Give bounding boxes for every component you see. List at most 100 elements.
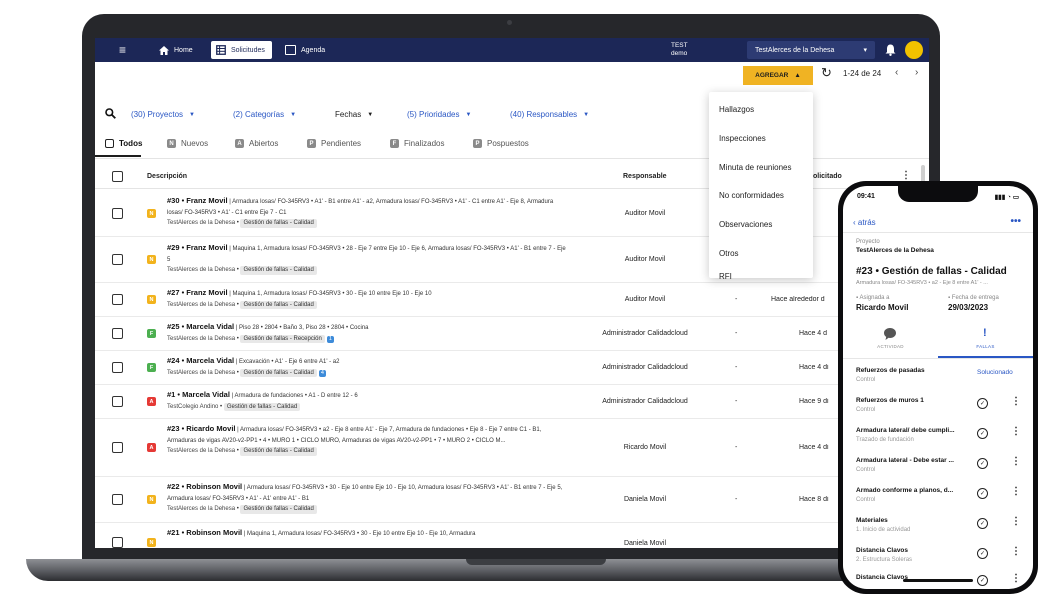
test-label: TEST <box>671 42 688 49</box>
severity-badge: N <box>147 209 156 218</box>
tab-pendientes[interactable]: P Pendientes <box>307 139 361 148</box>
prev-page-icon[interactable]: ‹ <box>895 67 898 78</box>
back-button[interactable]: ‹ atrás <box>853 218 876 227</box>
menu-item-inspecciones[interactable]: Inspecciones <box>719 134 766 143</box>
row-responsable: Administrador Calidadcloud <box>602 330 688 337</box>
company-selector[interactable]: TestAlerces de la Dehesa ▾ <box>747 41 875 59</box>
more-options-icon[interactable]: ••• <box>1010 216 1021 227</box>
row-checkbox[interactable] <box>112 442 123 453</box>
list-item[interactable]: Materiales 1. Inicio de actividad ✓ ⋮ <box>843 509 1033 539</box>
menu-item-minuta[interactable]: Minuta de reuniones <box>719 163 792 172</box>
next-page-icon[interactable]: › <box>915 67 918 78</box>
row-due: - <box>735 364 738 371</box>
item-options-icon[interactable]: ⋮ <box>1011 396 1021 407</box>
item-options-icon[interactable]: ⋮ <box>1011 546 1021 557</box>
category-chip: Gestión de fallas - Calidad <box>240 266 317 275</box>
laptop-lid: ≡ Home Solicitudes Agenda TEST demo Test… <box>82 14 940 559</box>
row-checkbox[interactable] <box>112 362 123 373</box>
hamburger-menu-icon[interactable]: ≡ <box>119 38 126 62</box>
list-item[interactable]: Armado conforme a planos, d... Control ✓… <box>843 479 1033 509</box>
tab-fallas[interactable]: FALLAS <box>938 344 1033 349</box>
item-options-icon[interactable]: ⋮ <box>1011 426 1021 437</box>
row-responsable: Auditor Movil <box>624 296 666 303</box>
filter-proyectos[interactable]: (30) Proyectos ▼ <box>131 110 195 119</box>
tab-actividad[interactable]: ACTIVIDAD <box>843 344 938 349</box>
row-checkbox[interactable] <box>112 208 123 219</box>
item-options-icon[interactable]: ⋮ <box>1011 456 1021 467</box>
search-icon[interactable] <box>105 108 116 119</box>
row-checkbox[interactable] <box>112 294 123 305</box>
header-responsable: Responsable <box>623 173 667 180</box>
table-row[interactable]: A #23 • Ricardo Movil | Armadura losas/ … <box>95 419 929 477</box>
nav-agenda[interactable]: Agenda <box>285 38 325 62</box>
tab-finalizados[interactable]: F Finalizados <box>390 139 444 148</box>
bell-icon[interactable] <box>885 38 896 62</box>
menu-item-observaciones[interactable]: Observaciones <box>719 220 772 229</box>
menu-item-hallazgos[interactable]: Hallazgos <box>719 105 754 114</box>
tab-nuevos[interactable]: N Nuevos <box>167 139 208 148</box>
list-item[interactable]: Refuerzos de pasadas Control Solucionado <box>843 359 1033 389</box>
nav-solicitudes[interactable]: Solicitudes <box>211 41 272 59</box>
nav-home[interactable]: Home <box>159 38 193 62</box>
pager-text: 1-24 de 24 <box>843 69 882 78</box>
menu-item-rfi[interactable]: RFI <box>719 272 732 281</box>
check-circle-icon[interactable]: ✓ <box>977 458 988 469</box>
tab-pospuestos[interactable]: P Pospuestos <box>473 139 529 148</box>
item-title: Refuerzos de pasadas <box>856 367 925 374</box>
list-item[interactable]: Armadura lateral - Debe estar ... Contro… <box>843 449 1033 479</box>
list-item[interactable]: Distancia Clavos 2. Estructura Soleras ✓… <box>843 539 1033 569</box>
table-row[interactable]: N #21 • Robinson Movil | Maquina 1, Arma… <box>95 523 929 548</box>
category-chip: Gestión de fallas - Calidad <box>240 447 317 456</box>
menu-item-otros[interactable]: Otros <box>719 249 739 258</box>
item-options-icon[interactable]: ⋮ <box>1011 516 1021 527</box>
table-row[interactable]: N #27 • Franz Movil | Maquina 1, Armadur… <box>95 283 929 317</box>
check-circle-icon[interactable]: ✓ <box>977 575 988 586</box>
table-row[interactable]: A #1 • Marcela Vidal | Armadura de funda… <box>95 385 929 419</box>
menu-item-no-conformidades[interactable]: No conformidades <box>719 191 784 200</box>
row-title: #24 • Marcela Vidal <box>167 356 235 365</box>
check-circle-icon[interactable]: ✓ <box>977 428 988 439</box>
filter-fechas[interactable]: Fechas ▼ <box>335 110 373 119</box>
row-checkbox[interactable] <box>112 494 123 505</box>
filter-prioridades[interactable]: (5) Prioridades ▼ <box>407 110 471 119</box>
list-item[interactable]: Refuerzos de muros 1 Control ✓ ⋮ <box>843 389 1033 419</box>
filter-categorias[interactable]: (2) Categorías ▼ <box>233 110 296 119</box>
header-solicitado: olicitado <box>813 173 842 180</box>
table-row[interactable]: F #24 • Marcela Vidal | Excavación • A1'… <box>95 351 929 385</box>
row-title: #23 • Ricardo Movil <box>167 424 236 433</box>
nav-agenda-label: Agenda <box>301 46 326 54</box>
check-circle-icon[interactable]: ✓ <box>977 518 988 529</box>
item-options-icon[interactable]: ⋮ <box>1011 486 1021 497</box>
tab-todos[interactable]: Todos <box>105 139 142 148</box>
row-checkbox[interactable] <box>112 254 123 265</box>
tab-finalizados-label: Finalizados <box>404 139 445 148</box>
row-checkbox[interactable] <box>112 396 123 407</box>
divider <box>843 232 1033 233</box>
caret-down-icon: ▼ <box>290 111 297 118</box>
filter-responsables-label: (40) Responsables <box>510 110 578 119</box>
phone-time: 09:41 <box>857 193 875 200</box>
item-subtitle: Trazado de fundación <box>856 437 914 443</box>
agregar-button[interactable]: AGREGAR ▲ <box>743 66 813 85</box>
severity-badge: N <box>147 255 156 264</box>
user-avatar[interactable] <box>905 41 923 59</box>
check-circle-icon[interactable]: ✓ <box>977 548 988 559</box>
check-circle-icon[interactable]: ✓ <box>977 488 988 499</box>
chevron-down-icon: ▾ <box>863 47 867 54</box>
list-item[interactable]: Armadura lateral/ debe cumpli... Trazado… <box>843 419 1033 449</box>
filter-responsables[interactable]: (40) Responsables ▼ <box>510 110 589 119</box>
refresh-icon[interactable]: ↻ <box>821 65 832 81</box>
item-options-icon[interactable]: ⋮ <box>1011 573 1021 584</box>
check-circle-icon[interactable]: ✓ <box>977 398 988 409</box>
row-checkbox[interactable] <box>112 328 123 339</box>
table-row[interactable]: N #22 • Robinson Movil | Armadura losas/… <box>95 477 929 523</box>
table-row[interactable]: F #25 • Marcela Vidal | Piso 28 • 2804 •… <box>95 317 929 351</box>
item-subtitle: Control <box>856 377 876 383</box>
select-all-checkbox[interactable] <box>112 171 123 182</box>
column-options-icon[interactable]: ⋮ <box>901 171 911 181</box>
task-title: #23 • Gestión de fallas - Calidad <box>856 266 1007 277</box>
caret-down-icon: ▼ <box>189 111 195 118</box>
category-chip: Gestión de fallas - Calidad <box>240 300 317 309</box>
row-checkbox[interactable] <box>112 537 123 548</box>
tab-abiertos[interactable]: A Abiertos <box>235 139 278 148</box>
